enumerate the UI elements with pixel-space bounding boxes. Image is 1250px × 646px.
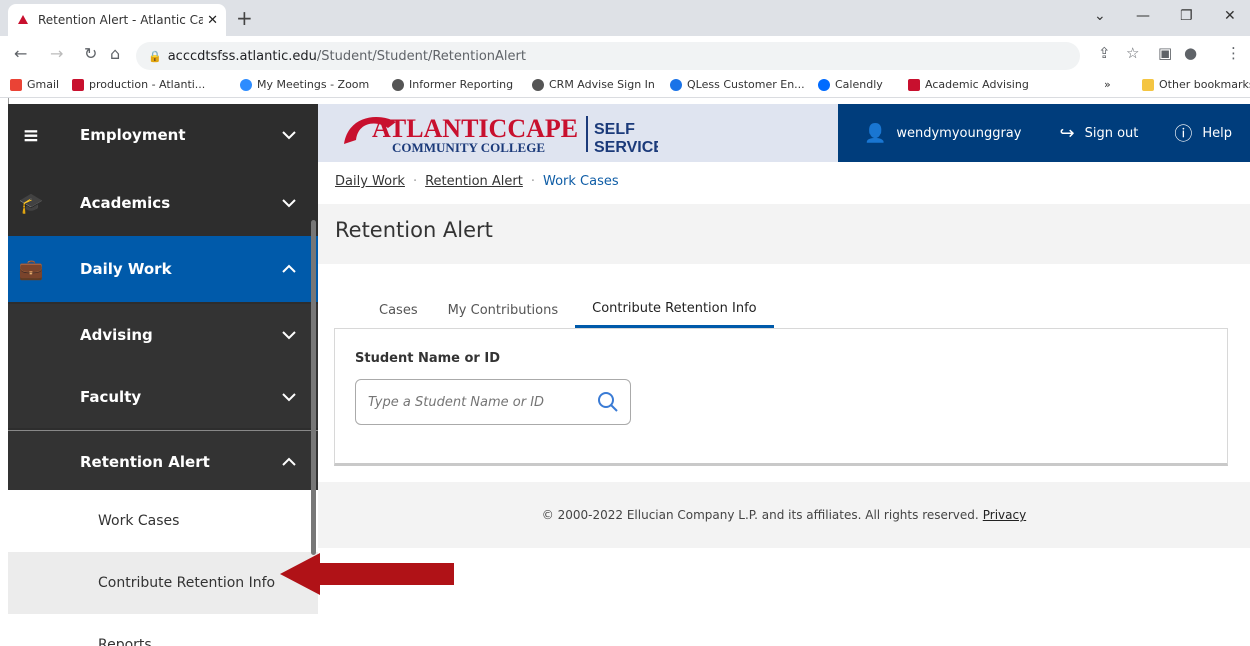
- zoom-icon: [240, 78, 252, 91]
- user-profile-button[interactable]: 👤 wendymyounggray: [838, 104, 1042, 162]
- folder-icon: [1142, 78, 1154, 91]
- atlantic-cape-logo[interactable]: ATLANTICCAPE COMMUNITY COLLEGE SELF SERV…: [338, 110, 658, 156]
- sidebar-item-retention-alert[interactable]: Retention Alert: [8, 430, 318, 492]
- tab-search-icon[interactable]: ⌄: [1094, 8, 1106, 24]
- browser-tabstrip: Retention Alert - Atlantic Cape Se ✕ + ⌄…: [0, 0, 1250, 36]
- gmail-icon: [10, 78, 22, 91]
- chevron-up-icon: [282, 264, 296, 273]
- qless-icon: [670, 78, 682, 91]
- bookmark-gmail[interactable]: Gmail: [10, 78, 59, 91]
- graduation-cap-icon: 🎓: [18, 191, 44, 215]
- svg-text:COMMUNITY COLLEGE: COMMUNITY COLLEGE: [392, 140, 545, 155]
- bookmark-academic-advising[interactable]: Academic Advising: [908, 78, 1029, 91]
- annotation-arrow: [280, 553, 454, 595]
- home-icon[interactable]: ⌂: [110, 44, 120, 63]
- site-header: ATLANTICCAPE COMMUNITY COLLEGE SELF SERV…: [318, 104, 1250, 162]
- chevron-down-icon: [282, 393, 296, 402]
- tab-list: Cases My Contributions Contribute Retent…: [366, 292, 774, 328]
- side-panel-icon[interactable]: ▣: [1158, 44, 1172, 62]
- user-icon: 👤: [863, 122, 887, 144]
- close-window-icon[interactable]: ✕: [1224, 8, 1236, 24]
- chrome-menu-icon[interactable]: ⋮: [1226, 44, 1241, 62]
- chevron-up-icon: [282, 457, 296, 466]
- svg-text:SELF: SELF: [594, 121, 635, 138]
- close-tab-icon[interactable]: ✕: [207, 13, 218, 28]
- bookmark-star-icon[interactable]: ☆: [1126, 44, 1139, 62]
- sidebar-item-reports[interactable]: Reports: [8, 614, 318, 646]
- sidebar-item-academics[interactable]: 🎓 Academics: [8, 172, 318, 234]
- bookmark-zoom[interactable]: My Meetings - Zoom: [240, 78, 369, 91]
- breadcrumb-retention-alert[interactable]: Retention Alert: [425, 174, 523, 189]
- help-icon: ⓘ: [1174, 124, 1193, 145]
- header-actions: 👤 wendymyounggray ↪ Sign out ⓘ Help: [837, 104, 1250, 162]
- sidebar-item-employment[interactable]: ≡ Employment: [8, 104, 318, 166]
- browser-tab-title: Retention Alert - Atlantic Cape Se: [38, 13, 204, 27]
- sidebar-item-work-cases[interactable]: Work Cases: [8, 490, 318, 552]
- back-icon[interactable]: ←: [14, 44, 27, 63]
- atlantic-cape-icon: [908, 78, 920, 91]
- url-host: acccdtsfss.atlantic.edu: [167, 48, 317, 64]
- tab-my-contributions[interactable]: My Contributions: [431, 292, 576, 328]
- main-content: ATLANTICCAPE COMMUNITY COLLEGE SELF SERV…: [318, 104, 1250, 646]
- more-bookmarks-button[interactable]: »: [1104, 78, 1111, 91]
- globe-icon: [392, 78, 404, 91]
- share-icon[interactable]: ⇪: [1098, 44, 1111, 62]
- address-bar[interactable]: 🔒 acccdtsfss.atlantic.edu/Student/Studen…: [136, 42, 1080, 70]
- atlantic-cape-favicon: [18, 15, 28, 24]
- bookmark-informer[interactable]: Informer Reporting: [392, 78, 513, 91]
- privacy-link[interactable]: Privacy: [983, 508, 1026, 522]
- tab-contribute-retention-info[interactable]: Contribute Retention Info: [575, 292, 774, 328]
- chevron-down-icon: [282, 331, 296, 340]
- page-title: Retention Alert: [335, 218, 493, 242]
- svg-text:SERVICE: SERVICE: [594, 139, 658, 156]
- bookmark-production[interactable]: production - Atlanti...: [72, 78, 205, 91]
- chevron-down-icon: [282, 199, 296, 208]
- student-search-box: [355, 379, 631, 425]
- breadcrumb: Daily Work · Retention Alert · Work Cases: [335, 174, 619, 189]
- bookmark-calendly[interactable]: Calendly: [818, 78, 883, 91]
- bookmark-qless[interactable]: QLess Customer En...: [670, 78, 805, 91]
- tab-cases[interactable]: Cases: [366, 292, 431, 328]
- browser-tab[interactable]: Retention Alert - Atlantic Cape Se ✕: [8, 4, 226, 36]
- contribute-form-card: Student Name or ID: [334, 328, 1228, 466]
- breadcrumb-separator: ·: [530, 174, 535, 189]
- profile-avatar[interactable]: ●: [1184, 44, 1197, 62]
- sidebar-nav: ≡ Employment 🎓 Academics 💼 Daily Work Ad…: [8, 104, 318, 646]
- sidebar-item-advising[interactable]: Advising: [8, 304, 318, 366]
- globe-icon: [532, 78, 544, 91]
- lock-icon: 🔒: [148, 49, 162, 63]
- student-search-input[interactable]: [368, 394, 578, 410]
- calendly-icon: [818, 78, 830, 91]
- breadcrumb-work-cases: Work Cases: [543, 174, 619, 189]
- sidebar-item-faculty[interactable]: Faculty: [8, 366, 318, 428]
- new-tab-icon[interactable]: +: [236, 6, 253, 30]
- bookmark-crm-advise[interactable]: CRM Advise Sign In: [532, 78, 655, 91]
- url-path: /Student/Student/RetentionAlert: [316, 48, 526, 64]
- breadcrumb-separator: ·: [412, 174, 418, 189]
- sign-out-icon: ↪: [1059, 122, 1075, 144]
- reload-icon[interactable]: ↻: [84, 44, 97, 63]
- sidebar-item-daily-work[interactable]: 💼 Daily Work: [8, 236, 318, 302]
- copyright-text: © 2000-2022 Ellucian Company L.P. and it…: [541, 508, 979, 522]
- forward-icon[interactable]: →: [50, 44, 63, 63]
- student-field-label: Student Name or ID: [355, 351, 500, 366]
- hamburger-menu-icon[interactable]: ≡: [18, 123, 44, 147]
- svg-text:ATLANTICCAPE: ATLANTICCAPE: [372, 114, 578, 143]
- restore-icon[interactable]: ❐: [1180, 8, 1193, 24]
- help-button[interactable]: ⓘ Help: [1156, 104, 1250, 162]
- breadcrumb-daily-work[interactable]: Daily Work: [335, 174, 405, 189]
- page-footer: © 2000-2022 Ellucian Company L.P. and it…: [318, 482, 1250, 548]
- sidebar-item-contribute-retention-info[interactable]: Contribute Retention Info: [8, 552, 318, 614]
- other-bookmarks[interactable]: Other bookmarks: [1142, 78, 1250, 91]
- minimize-icon[interactable]: —: [1136, 8, 1150, 24]
- sign-out-button[interactable]: ↪ Sign out: [1041, 104, 1156, 162]
- briefcase-icon: 💼: [18, 257, 44, 281]
- chevron-down-icon: [282, 131, 296, 140]
- sidebar-scrollbar[interactable]: [311, 220, 316, 555]
- search-icon[interactable]: [596, 390, 620, 414]
- atlantic-cape-icon: [72, 78, 84, 91]
- bookmarks-bar: Gmail production - Atlanti... My Meeting…: [0, 72, 1250, 98]
